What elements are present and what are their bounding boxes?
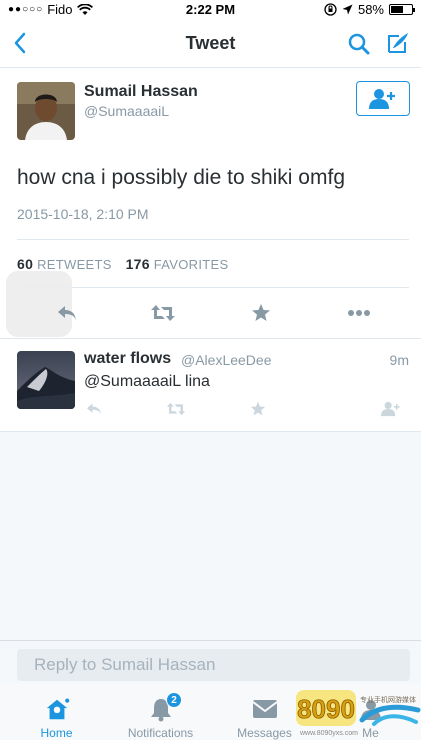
reply-icon (58, 306, 76, 320)
retweets-label[interactable]: RETWEETS (37, 257, 112, 272)
rotation-lock-icon (324, 3, 337, 16)
more-button[interactable] (346, 300, 372, 326)
author-name[interactable]: Sumail Hassan (84, 83, 198, 101)
notifications-badge: 2 (166, 692, 182, 708)
author-avatar[interactable] (17, 82, 75, 140)
envelope-icon (251, 696, 278, 722)
reply-follow-button[interactable] (381, 399, 401, 419)
reply-text: @SumaaaaiL lina (84, 373, 210, 390)
status-right: 58% (324, 2, 415, 17)
svg-text:专业手机网游媒体: 专业手机网游媒体 (360, 695, 416, 704)
star-icon (250, 401, 266, 416)
svg-text:8090: 8090 (297, 694, 355, 724)
reply-input[interactable] (17, 649, 410, 681)
reply-button[interactable] (54, 300, 80, 326)
reply-author-handle[interactable]: @AlexLeeDee (181, 352, 272, 368)
search-icon (348, 33, 370, 55)
tab-notifications-label: Notifications (127, 726, 194, 740)
reply-timestamp: 9m (389, 352, 409, 368)
reply-retweet-button[interactable] (166, 399, 186, 419)
tab-home-label: Home (40, 726, 73, 740)
site-watermark-logo: 8090 专业手机网游媒体 www.8090yxs.com (296, 690, 421, 738)
favorites-count[interactable]: 176 (126, 256, 150, 272)
tweet-actions (0, 300, 421, 326)
home-icon (44, 696, 70, 722)
tab-home[interactable]: Home (4, 684, 109, 740)
divider (17, 287, 409, 288)
nav-bar: Tweet (0, 20, 421, 68)
star-icon (252, 304, 270, 321)
reply-reply-button[interactable] (84, 399, 104, 419)
reply-avatar-image (17, 351, 75, 409)
divider (17, 239, 409, 240)
tweet-stats: 60 RETWEETS 176 FAVORITES (17, 256, 228, 272)
reply-favorite-button[interactable] (248, 399, 268, 419)
location-arrow-icon (342, 4, 353, 15)
add-user-icon (369, 88, 395, 109)
divider (0, 338, 421, 339)
tweet-text: how cna i possibly die to shiki omfg (17, 166, 345, 189)
reply-author-avatar[interactable] (17, 351, 75, 409)
add-user-icon (381, 401, 400, 417)
more-icon (348, 310, 370, 316)
follow-button[interactable] (356, 81, 410, 116)
reply-author-name[interactable]: water flows (84, 350, 171, 368)
retweets-count[interactable]: 60 (17, 256, 33, 272)
tweet-timestamp: 2015-10-18, 2:10 PM (17, 206, 149, 222)
author-avatar-image (17, 82, 75, 140)
svg-text:www.8090yxs.com: www.8090yxs.com (299, 730, 358, 737)
author-handle[interactable]: @SumaaaaiL (84, 103, 169, 119)
status-bar: ●●○○○ Fido 2:22 PM 58% (0, 0, 421, 20)
favorites-label[interactable]: FAVORITES (154, 257, 229, 272)
favorite-button[interactable] (248, 300, 274, 326)
retweet-icon (166, 402, 186, 416)
battery-fill (391, 6, 403, 13)
battery-percent: 58% (357, 2, 384, 17)
tab-notifications[interactable]: Notifications (108, 684, 213, 740)
reply-icon (87, 403, 101, 415)
compose-button[interactable] (385, 30, 411, 56)
compose-icon (388, 33, 408, 53)
search-button[interactable] (347, 32, 371, 56)
battery-icon (389, 4, 415, 15)
retweet-button[interactable] (150, 300, 176, 326)
retweet-icon (151, 305, 175, 321)
empty-conversation-area (0, 431, 421, 640)
